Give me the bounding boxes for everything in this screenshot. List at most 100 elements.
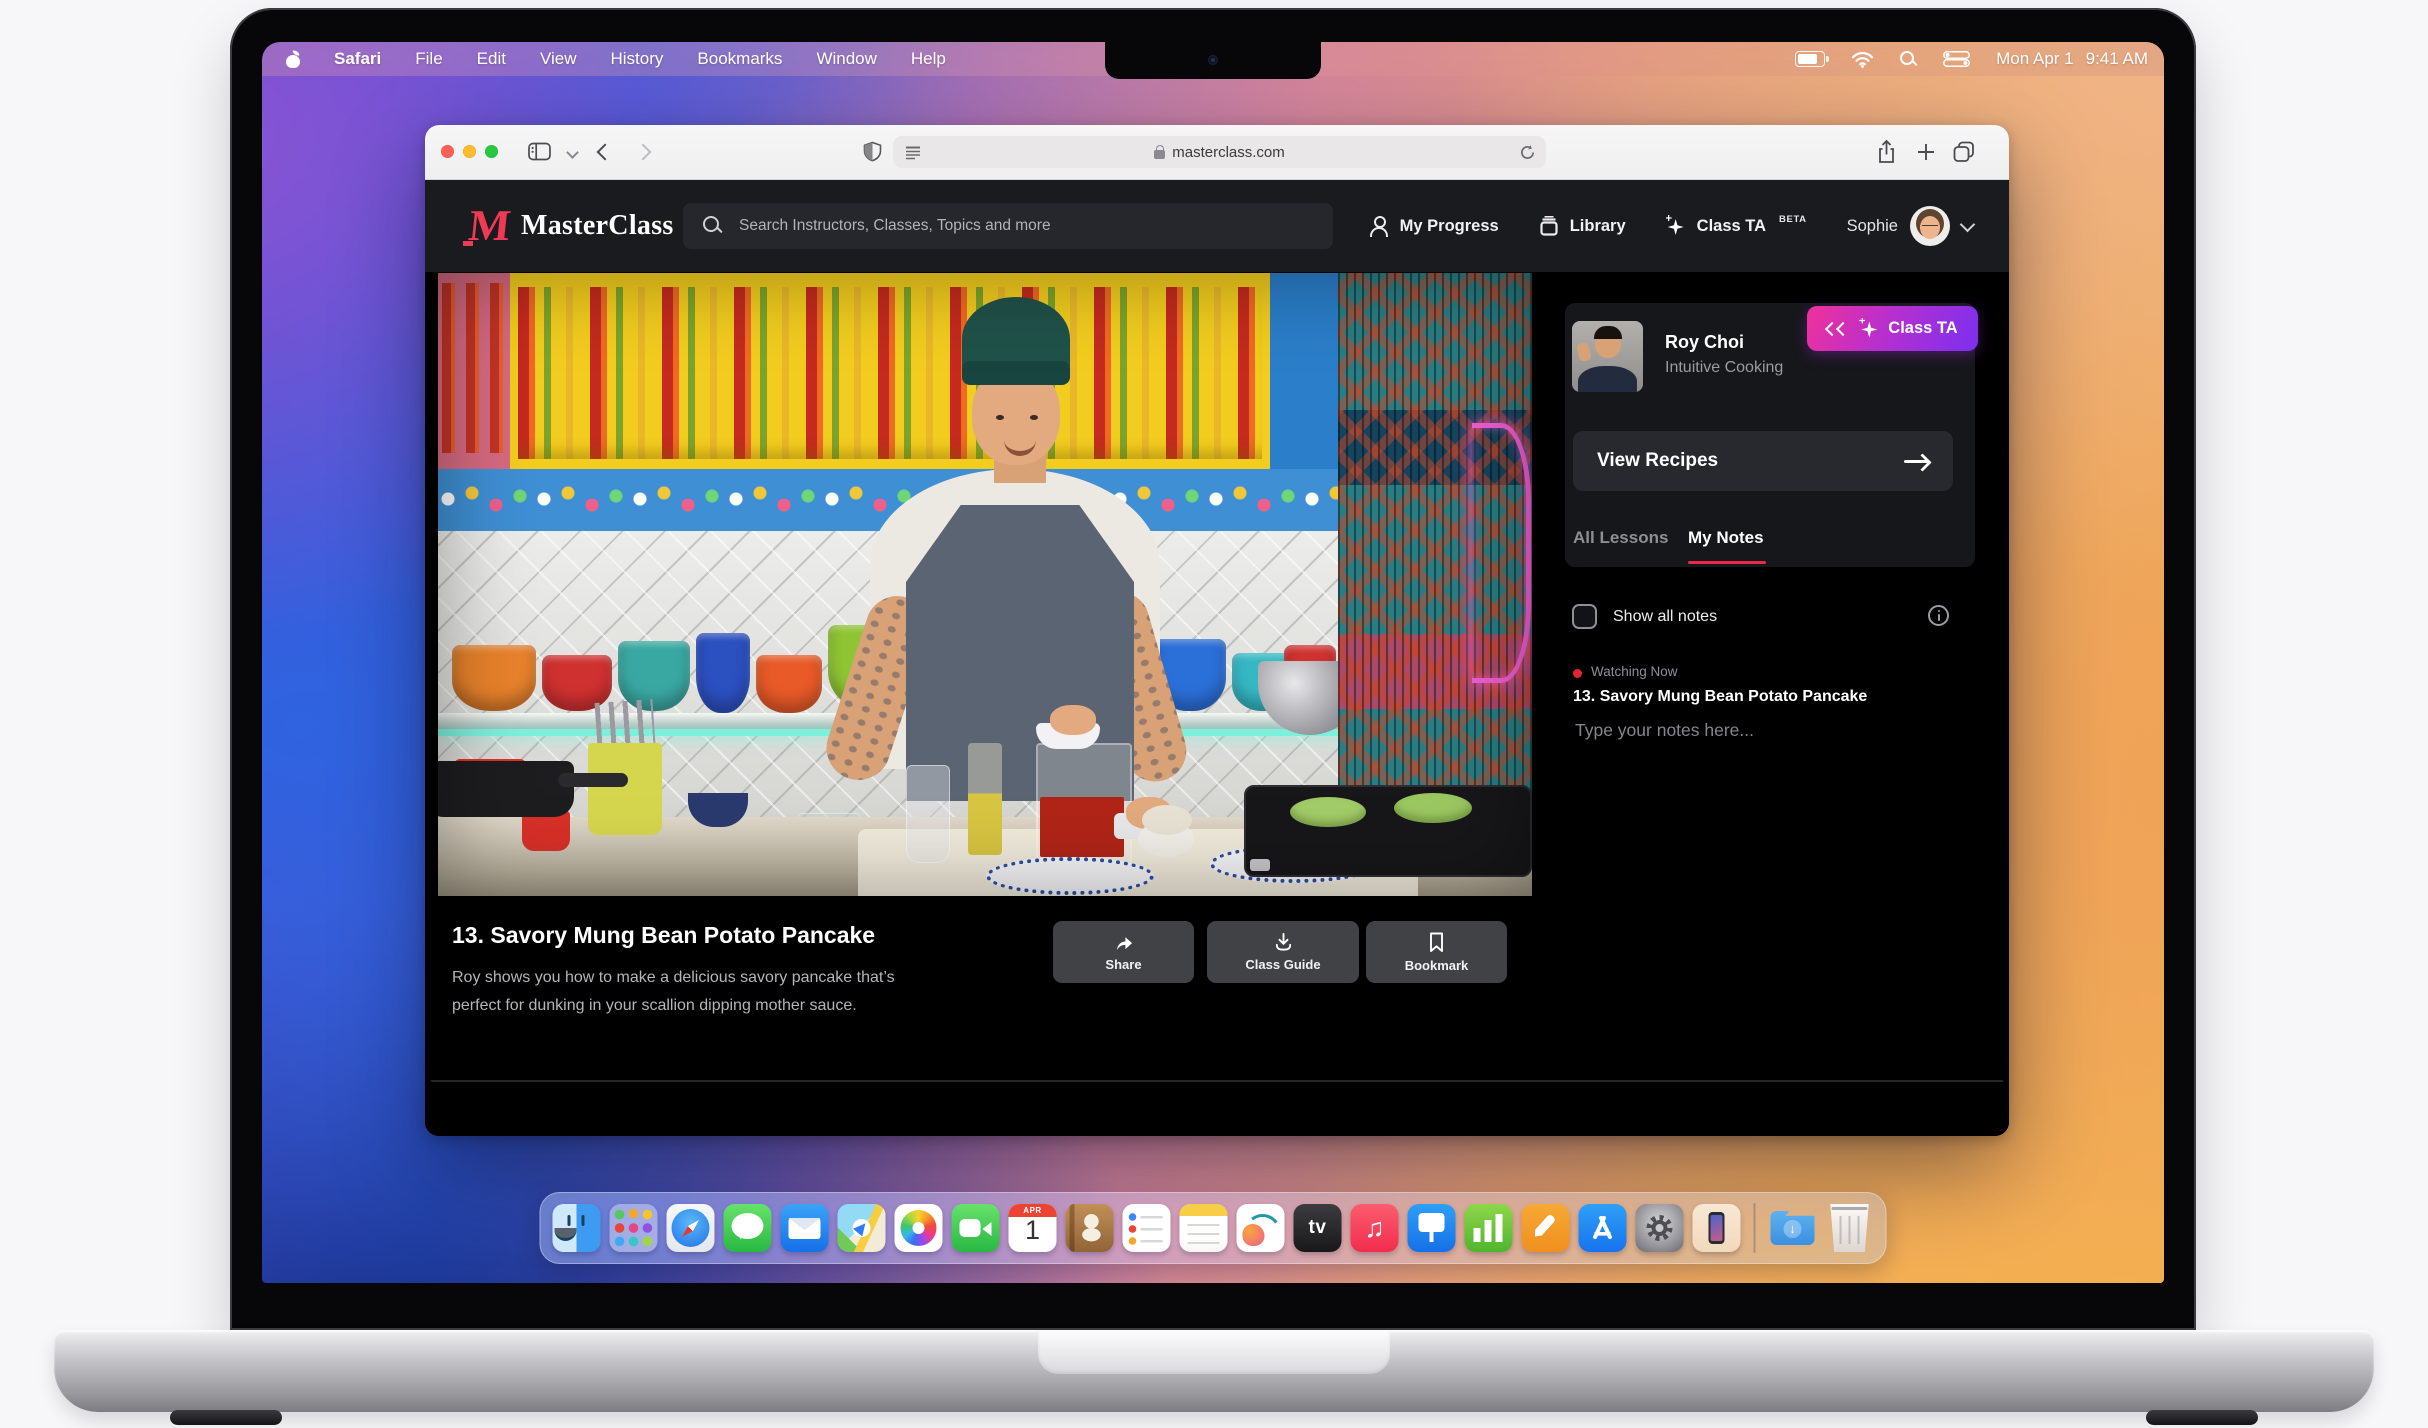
reload-icon[interactable]: [1519, 144, 1536, 161]
spotlight-search-icon[interactable]: [1900, 51, 1917, 68]
menu-bar-time[interactable]: 9:41 AM: [2086, 49, 2148, 69]
site-search[interactable]: [683, 203, 1333, 249]
masterclass-logo-mark: M: [465, 204, 507, 248]
class-ta-button-label: Class TA: [1888, 319, 1957, 338]
collapse-chevrons-icon[interactable]: [1827, 324, 1848, 334]
dock-appstore-icon[interactable]: [1579, 1204, 1627, 1252]
info-icon[interactable]: [1928, 605, 1949, 626]
address-bar[interactable]: masterclass.com: [893, 136, 1546, 168]
dock-facetime-icon[interactable]: [952, 1204, 1000, 1252]
control-center-icon[interactable]: [1943, 51, 1970, 67]
dock-pages-icon[interactable]: [1522, 1204, 1570, 1252]
scene-neon-sign: [1472, 423, 1531, 683]
person-icon: [1369, 216, 1389, 237]
dock-calendar-icon[interactable]: APR 1: [1009, 1204, 1057, 1252]
notes-input[interactable]: [1573, 718, 1957, 812]
menu-item-edit[interactable]: Edit: [477, 49, 506, 69]
zoom-window-button[interactable]: [485, 145, 498, 158]
tab-overview-icon[interactable]: [1953, 141, 1975, 163]
dock-iphone-mirroring-icon[interactable]: [1693, 1204, 1741, 1252]
scene-bowl: [452, 645, 536, 711]
chevron-down-icon[interactable]: [1960, 216, 1976, 232]
sidebar-toggle-icon[interactable]: [528, 142, 551, 161]
menu-item-history[interactable]: History: [611, 49, 664, 69]
dock-downloads-icon[interactable]: [1769, 1204, 1817, 1252]
dock-messages-icon[interactable]: [724, 1204, 772, 1252]
forward-button[interactable]: [635, 144, 652, 161]
nav-class-ta[interactable]: Class TA BETA: [1666, 216, 1807, 236]
view-recipes-button[interactable]: View Recipes: [1573, 431, 1953, 491]
share-button[interactable]: Share: [1053, 921, 1194, 983]
macbook-screen: Safari File Edit View History Bookmarks …: [230, 8, 2196, 1330]
bookmark-button[interactable]: Bookmark: [1366, 921, 1507, 983]
back-button[interactable]: [597, 144, 614, 161]
apple-menu-icon[interactable]: [286, 51, 300, 68]
avatar-glasses: [1922, 225, 1938, 232]
minimize-window-button[interactable]: [463, 145, 476, 158]
search-icon: [703, 216, 723, 236]
lesson-video-player[interactable]: [438, 273, 1532, 896]
dock-contacts-icon[interactable]: [1066, 1204, 1114, 1252]
dock-maps-icon[interactable]: [838, 1204, 886, 1252]
macbook-foot: [2146, 1410, 2258, 1425]
profile-menu[interactable]: Sophie: [1847, 206, 1973, 246]
class-guide-label: Class Guide: [1245, 957, 1320, 972]
menu-item-file[interactable]: File: [415, 49, 442, 69]
dock-freeform-icon[interactable]: [1237, 1204, 1285, 1252]
masterclass-logo[interactable]: M MasterClass: [465, 180, 674, 272]
battery-icon[interactable]: [1795, 51, 1825, 67]
tab-all-lessons[interactable]: All Lessons: [1573, 528, 1668, 548]
scene-pan-handle: [558, 773, 628, 787]
class-ta-button[interactable]: Class TA: [1807, 306, 1978, 351]
lesson-description: Roy shows you how to make a delicious sa…: [452, 964, 942, 1020]
dock-mail-icon[interactable]: [781, 1204, 829, 1252]
dock-numbers-icon[interactable]: [1465, 1204, 1513, 1252]
show-all-notes-checkbox[interactable]: [1572, 604, 1597, 629]
dock-divider: [1754, 1203, 1756, 1253]
url-text[interactable]: masterclass.com: [1172, 144, 1285, 161]
dock-trash-icon[interactable]: [1826, 1204, 1874, 1252]
sidebar-chevron-icon[interactable]: [566, 146, 579, 159]
logo-letter: M: [466, 200, 513, 251]
dock-tv-icon[interactable]: tv: [1294, 1204, 1342, 1252]
search-input[interactable]: [737, 202, 1333, 250]
nav-library[interactable]: Library: [1539, 216, 1626, 237]
instructor-thumbnail[interactable]: [1572, 321, 1643, 392]
menu-bar-date[interactable]: Mon Apr 1: [1996, 49, 2074, 69]
avatar[interactable]: [1910, 206, 1950, 246]
macbook-base: [54, 1330, 2374, 1412]
dock-settings-icon[interactable]: [1636, 1204, 1684, 1252]
scene-griddle: [1244, 785, 1532, 877]
new-tab-icon[interactable]: [1917, 143, 1935, 161]
close-window-button[interactable]: [441, 145, 454, 158]
dock-keynote-icon[interactable]: [1408, 1204, 1456, 1252]
scene-bowl-stack: [1142, 805, 1192, 835]
dock-photos-icon[interactable]: [895, 1204, 943, 1252]
watching-now-label: Watching Now: [1591, 664, 1678, 679]
active-tab-underline: [1688, 561, 1766, 564]
privacy-shield-icon[interactable]: [862, 141, 883, 163]
dock-music-icon[interactable]: [1351, 1204, 1399, 1252]
menu-item-bookmarks[interactable]: Bookmarks: [697, 49, 782, 69]
dock-reminders-icon[interactable]: [1123, 1204, 1171, 1252]
menu-item-help[interactable]: Help: [911, 49, 946, 69]
dock-safari-icon[interactable]: [667, 1204, 715, 1252]
class-guide-button[interactable]: Class Guide: [1207, 921, 1359, 983]
tab-my-notes[interactable]: My Notes: [1688, 528, 1764, 548]
arrow-right-icon: [1904, 460, 1929, 463]
wifi-icon[interactable]: [1851, 51, 1874, 68]
share-icon[interactable]: [1877, 140, 1896, 164]
show-all-notes-label[interactable]: Show all notes: [1613, 608, 1717, 626]
menu-bar-left: Safari File Edit View History Bookmarks …: [262, 49, 946, 69]
dock-launchpad-icon[interactable]: [610, 1204, 658, 1252]
dock-notes-icon[interactable]: [1180, 1204, 1228, 1252]
safari-toolbar: masterclass.com: [425, 125, 2009, 180]
nav-my-progress[interactable]: My Progress: [1369, 216, 1499, 237]
dock-finder-icon[interactable]: [553, 1204, 601, 1252]
menu-item-view[interactable]: View: [540, 49, 577, 69]
site-nav: My Progress Library Class TA BETA: [1369, 180, 1973, 272]
menu-item-window[interactable]: Window: [816, 49, 876, 69]
reader-icon[interactable]: [905, 145, 921, 160]
nav-library-label: Library: [1570, 217, 1626, 236]
menu-app-name[interactable]: Safari: [334, 49, 381, 69]
